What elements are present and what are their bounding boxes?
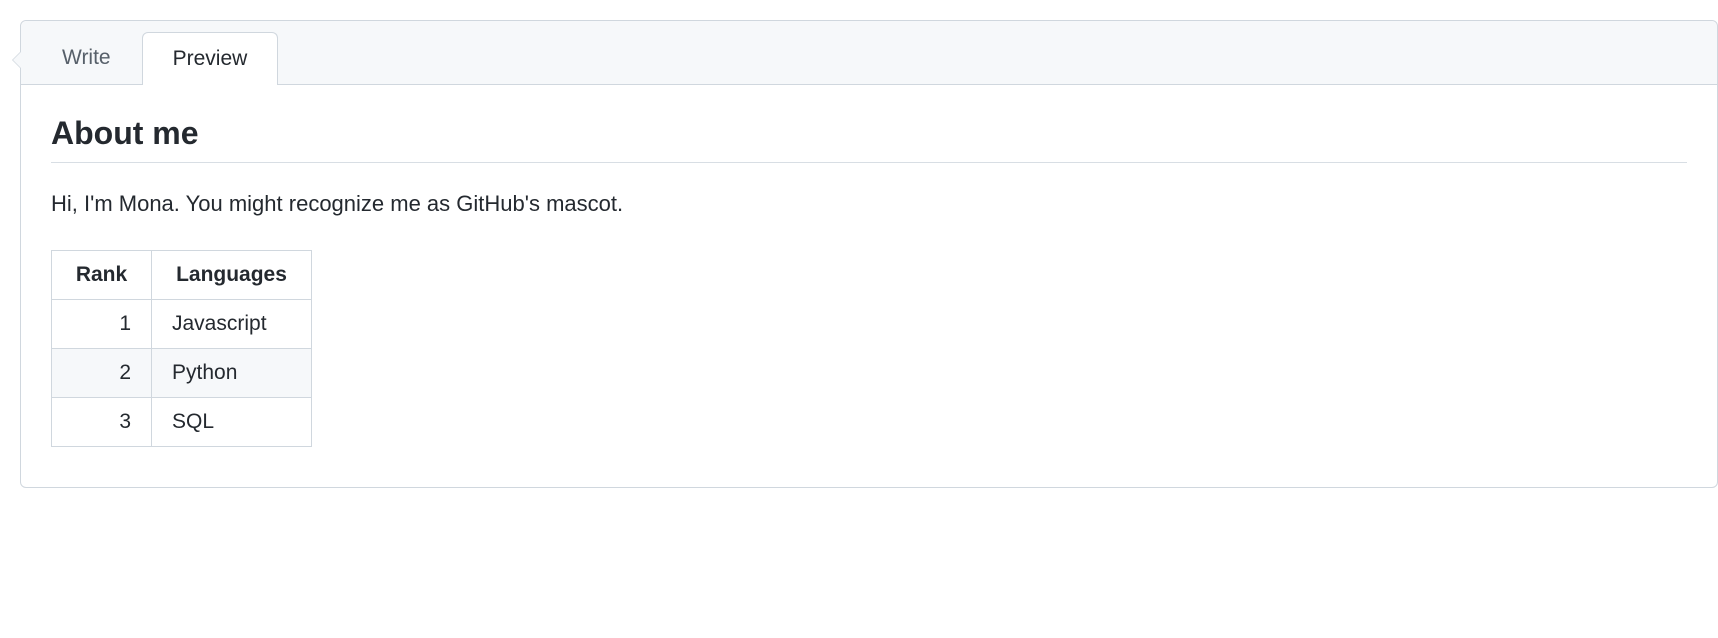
table-row: 2 Python (52, 349, 312, 398)
tab-header: Write Preview (21, 21, 1717, 85)
intro-paragraph: Hi, I'm Mona. You might recognize me as … (51, 187, 1687, 220)
table-row: 1 Javascript (52, 300, 312, 349)
table-header-rank: Rank (52, 251, 152, 300)
language-cell: SQL (152, 398, 312, 447)
preview-content: About me Hi, I'm Mona. You might recogni… (21, 85, 1717, 487)
markdown-editor-box: Write Preview About me Hi, I'm Mona. You… (20, 20, 1718, 488)
table-header-languages: Languages (152, 251, 312, 300)
tab-preview[interactable]: Preview (142, 32, 279, 85)
page-heading: About me (51, 115, 1687, 163)
table-header-row: Rank Languages (52, 251, 312, 300)
rank-cell: 3 (52, 398, 152, 447)
language-cell: Python (152, 349, 312, 398)
rank-cell: 2 (52, 349, 152, 398)
tab-write[interactable]: Write (31, 31, 142, 84)
table-row: 3 SQL (52, 398, 312, 447)
comment-arrow-pointer (12, 51, 21, 69)
languages-table: Rank Languages 1 Javascript 2 Python 3 S… (51, 250, 312, 447)
rank-cell: 1 (52, 300, 152, 349)
language-cell: Javascript (152, 300, 312, 349)
